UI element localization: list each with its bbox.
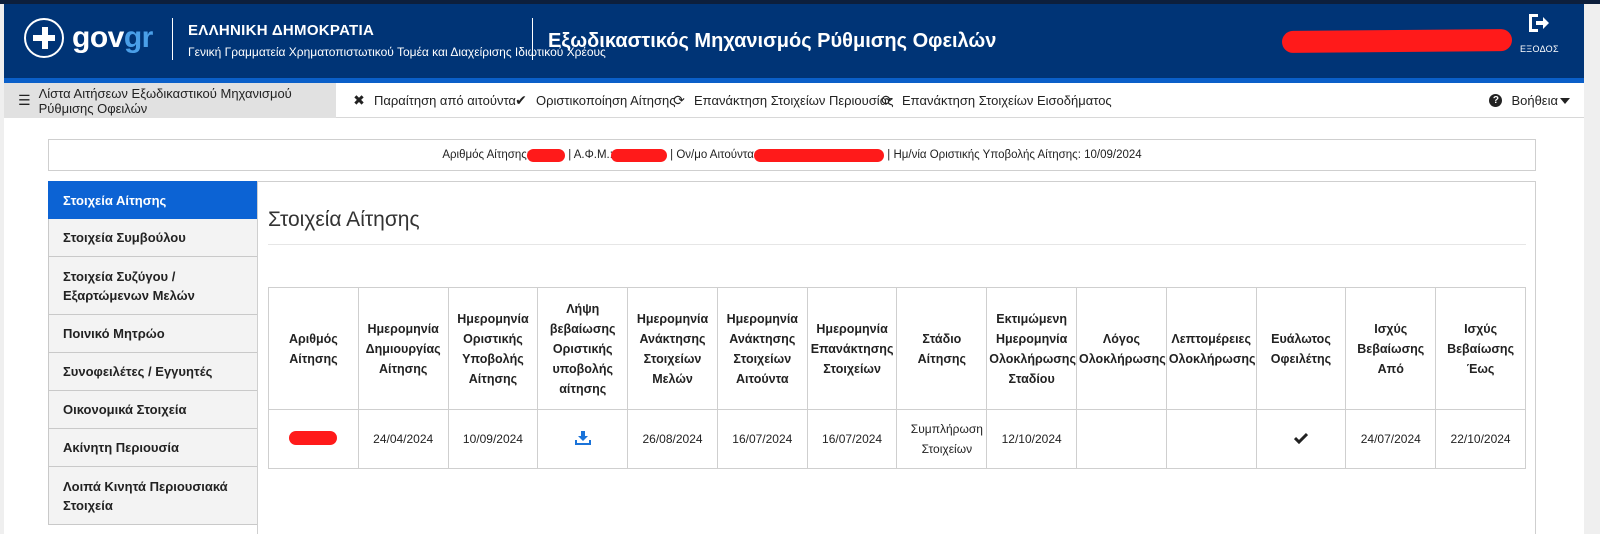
refresh-icon: ⟳: [673, 92, 685, 108]
action-toolbar: ☰ Λίστα Αιτήσεων Εξωδικαστικού Μηχανισμο…: [4, 83, 1584, 118]
col-header: Στάδιο Αίτησης: [896, 287, 988, 410]
sidebar-item-other-movable-assets[interactable]: Λοιπά Κινητά Περιουσιακά Στοιχεία: [48, 467, 258, 525]
col-header: Λόγος Ολοκλήρωσης: [1076, 287, 1167, 410]
site-header: govgr ΕΛΛΗΝΙΚΗ ΔΗΜΟΚΡΑΤΙΑ Γενική Γραμματ…: [4, 4, 1584, 78]
cell-download: [537, 409, 629, 469]
afm-redacted: [610, 148, 667, 162]
govgr-logo[interactable]: govgr: [24, 18, 153, 58]
check-icon: [1293, 432, 1309, 444]
toolbar-reretrieve-assets[interactable]: ⟳ Επανάκτηση Στοιχείων Περιουσίας: [672, 83, 893, 118]
col-header: Ημερομηνία Ανάκτησης Στοιχείων Μελών: [627, 287, 718, 410]
app-title: Εξωδικαστικός Μηχανισμός Ρύθμισης Οφειλώ…: [548, 30, 997, 52]
help-dropdown[interactable]: ? Βοήθεια: [1489, 83, 1570, 118]
sidebar-item-real-estate[interactable]: Ακίνητη Περιουσία: [48, 429, 258, 467]
toolbar-withdraw[interactable]: ✖ Παραίτηση από αιτούντα: [352, 83, 516, 118]
sidebar-item-application[interactable]: Στοιχεία Αίτησης: [48, 181, 258, 219]
cell-estimated-completion: 12/10/2024: [986, 409, 1078, 469]
cell-members-retrieved: 26/08/2024: [627, 409, 718, 469]
cell-submitted: 10/09/2024: [447, 409, 539, 469]
app-no-redacted: [527, 148, 565, 162]
sidebar-item-advisor[interactable]: Στοιχεία Συμβούλου: [48, 219, 258, 257]
logo-text: govgr: [72, 21, 153, 54]
info-date-label: | Ημ/νία Οριστικής Υποβολής Αίτησης: 10/…: [884, 149, 1142, 161]
info-name-label: | Ον/μο Αιτούντα:: [666, 149, 758, 161]
col-header: Ευάλωτος Οφειλέτης: [1255, 287, 1347, 410]
app-number-redacted: [289, 430, 338, 445]
toolbar-label: Λίστα Αιτήσεων Εξωδικαστικού Μηχανισμού …: [38, 85, 292, 116]
refresh-icon: ⟳: [881, 92, 893, 108]
col-header: Αριθμός Αίτησης: [268, 287, 359, 410]
cell-valid-to: 22/10/2024: [1435, 409, 1526, 469]
toolbar-label: Επανάκτηση Στοιχείων Περιουσίας: [694, 93, 894, 108]
caret-down-icon: [1560, 97, 1570, 104]
sidebar-item-codebtors[interactable]: Συνοφειλέτες / Εγγυητές: [48, 353, 258, 391]
panel-title: Στοιχεία Αίτησης: [268, 208, 420, 231]
logout-icon: [1529, 14, 1549, 32]
col-header: Ημερομηνία Ανάκτησης Στοιχείων Αιτούντα: [716, 287, 808, 410]
cell-applicant-retrieved: 16/07/2024: [716, 409, 808, 469]
col-header: Ημερομηνία Δημιουργίας Αίτησης: [357, 287, 449, 410]
header-divider: [172, 18, 173, 60]
ministry-subtitle: Γενική Γραμματεία Χρηματοπιστωτικού Τομέ…: [188, 45, 606, 59]
header-divider: [532, 18, 533, 60]
application-details-panel: Στοιχεία Αίτησης Αριθμός Αίτησης Ημερομη…: [257, 181, 1536, 534]
close-icon: ✖: [353, 92, 365, 108]
info-app-no-label: Αριθμός Αίτησης:: [442, 149, 530, 161]
name-redacted: [754, 148, 885, 162]
section-sidebar: Στοιχεία Αίτησης Στοιχεία Συμβούλου Στοι…: [48, 181, 258, 525]
cell-reretrieved: 16/07/2024: [806, 409, 898, 469]
cell-completion-reason: [1076, 409, 1167, 469]
help-label: Βοήθεια: [1511, 93, 1558, 108]
panel-divider: [268, 244, 1526, 245]
sidebar-item-financial[interactable]: Οικονομικά Στοιχεία: [48, 391, 258, 429]
toolbar-applications-list[interactable]: ☰ Λίστα Αιτήσεων Εξωδικαστικού Μηχανισμο…: [4, 83, 336, 118]
col-header: Ημερομηνία Οριστικής Υποβολής Αίτησης: [447, 287, 539, 410]
toolbar-label: Οριστικοποίηση Αίτησης: [536, 93, 676, 108]
cell-app-number: [268, 409, 359, 469]
col-header: Λήψη βεβαίωσης Οριστικής υποβολής αίτηση…: [537, 287, 629, 410]
cell-created: 24/04/2024: [357, 409, 449, 469]
col-header: Ισχύς Βεβαίωσης Από: [1345, 287, 1437, 410]
sidebar-item-criminal-record[interactable]: Ποινικό Μητρώο: [48, 315, 258, 353]
ministry-title: ΕΛΛΗΝΙΚΗ ΔΗΜΟΚΡΑΤΙΑ: [188, 22, 375, 39]
logout-label: ΕΞΟΔΟΣ: [1520, 44, 1559, 54]
toolbar-label: Επανάκτηση Στοιχείων Εισοδήματος: [902, 93, 1112, 108]
application-info-bar: Αριθμός Αίτησης: | Α.Φ.Μ.: | Ον/μο Αιτού…: [48, 139, 1536, 171]
table-header-row: Αριθμός Αίτησης Ημερομηνία Δημιουργίας Α…: [268, 287, 1526, 410]
toolbar-label: Παραίτηση από αιτούντα: [374, 93, 516, 108]
col-header: Λεπτομέρειες Ολοκλήρωσης: [1165, 287, 1257, 410]
logout-button[interactable]: ΕΞΟΔΟΣ: [1520, 12, 1559, 54]
col-header: Ισχύς Βεβαίωσης Έως: [1435, 287, 1526, 410]
cell-valid-from: 24/07/2024: [1345, 409, 1437, 469]
toolbar-reretrieve-income[interactable]: ⟳ Επανάκτηση Στοιχείων Εισοδήματος: [880, 83, 1112, 118]
cell-stage: Συμπλήρωση Στοιχείων: [896, 409, 988, 469]
download-icon[interactable]: [574, 430, 591, 448]
main-content: Αριθμός Αίτησης: | Α.Φ.Μ.: | Ον/μο Αιτού…: [4, 118, 1584, 534]
col-header: Εκτιμώμενη Ημερομηνία Ολοκλήρωσης Σταδίο…: [986, 287, 1078, 410]
sidebar-item-spouse-dependents[interactable]: Στοιχεία Συζύγου / Εξαρτώμενων Μελών: [48, 257, 258, 315]
greek-emblem-icon: [24, 18, 64, 58]
cell-vulnerable: [1255, 409, 1347, 469]
col-header: Ημερομηνία Επανάκτησης Στοιχείων: [806, 287, 898, 410]
user-name-redacted: [1281, 28, 1513, 54]
check-icon: ✔: [515, 92, 527, 108]
toolbar-finalize[interactable]: ✔ Οριστικοποίηση Αίτησης: [514, 83, 676, 118]
applications-table: Αριθμός Αίτησης Ημερομηνία Δημιουργίας Α…: [268, 287, 1526, 469]
table-row: 24/04/2024 10/09/2024 26/08/2024 16/07/2…: [268, 409, 1526, 469]
list-icon: ☰: [18, 92, 31, 108]
cell-completion-details: [1165, 409, 1257, 469]
info-afm-label: | Α.Φ.Μ.:: [565, 149, 613, 161]
help-icon: ?: [1489, 94, 1503, 107]
ministry-block: ΕΛΛΗΝΙΚΗ ΔΗΜΟΚΡΑΤΙΑ Γενική Γραμματεία Χρ…: [188, 22, 606, 59]
